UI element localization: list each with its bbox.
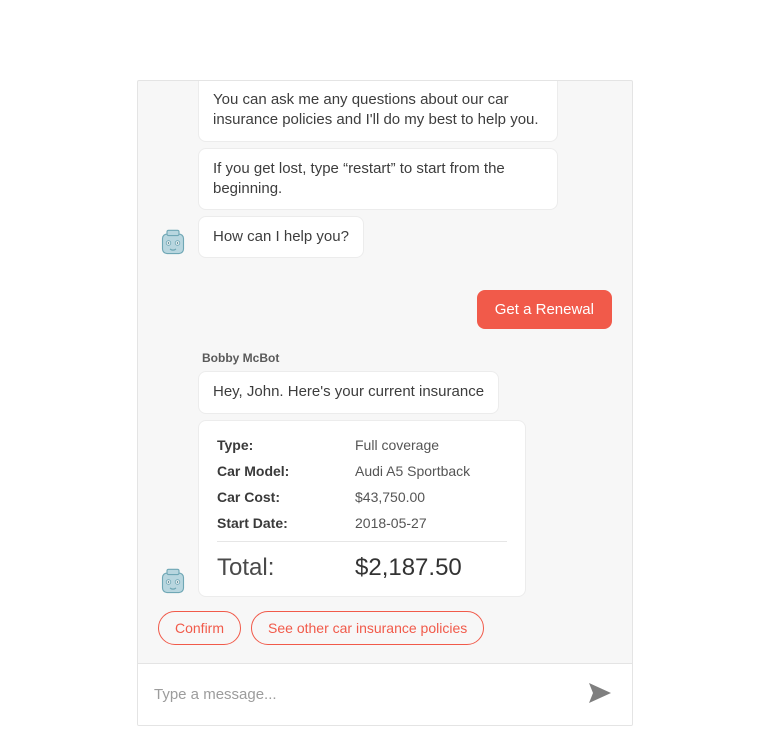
bot-message-group-reply: Hey, John. Here's your current insurance <box>158 371 612 596</box>
card-value: 2018-05-27 <box>355 515 427 531</box>
quick-actions-row: Confirm See other car insurance policies <box>158 611 612 645</box>
bot-avatar-icon <box>158 567 188 597</box>
message-input[interactable] <box>154 686 584 703</box>
input-bar <box>138 663 632 725</box>
card-value: Full coverage <box>355 437 439 453</box>
card-label: Car Cost: <box>217 489 355 505</box>
bot-message: Hey, John. Here's your current insurance <box>198 371 499 413</box>
send-icon <box>588 682 612 704</box>
card-label: Type: <box>217 437 355 453</box>
bot-message-group-intro: You can ask me any questions about our c… <box>158 89 612 258</box>
user-message: Get a Renewal <box>477 290 612 329</box>
card-row: Car Model: Audi A5 Sportback <box>217 463 507 479</box>
card-row: Start Date: 2018-05-27 <box>217 515 507 531</box>
bot-message: How can I help you? <box>198 216 364 258</box>
chat-window: You can ask me any questions about our c… <box>137 80 633 726</box>
message-list: You can ask me any questions about our c… <box>138 81 632 663</box>
card-value: $43,750.00 <box>355 489 425 505</box>
total-label: Total: <box>217 554 355 582</box>
card-label: Start Date: <box>217 515 355 531</box>
card-row: Car Cost: $43,750.00 <box>217 489 507 505</box>
divider <box>217 541 507 542</box>
card-row: Type: Full coverage <box>217 437 507 453</box>
send-button[interactable] <box>584 678 616 711</box>
sender-name-label: Bobby McBot <box>202 351 612 365</box>
bot-avatar-icon <box>158 228 188 258</box>
card-label: Car Model: <box>217 463 355 479</box>
bot-message: If you get lost, type “restart” to start… <box>198 148 558 211</box>
bot-message: You can ask me any questions about our c… <box>198 80 558 142</box>
total-row: Total: $2,187.50 <box>217 554 507 582</box>
total-value: $2,187.50 <box>355 554 462 582</box>
user-message-row: Get a Renewal <box>158 290 612 329</box>
see-other-policies-button[interactable]: See other car insurance policies <box>251 611 484 645</box>
card-value: Audi A5 Sportback <box>355 463 470 479</box>
confirm-button[interactable]: Confirm <box>158 611 241 645</box>
insurance-card: Type: Full coverage Car Model: Audi A5 S… <box>198 420 526 597</box>
